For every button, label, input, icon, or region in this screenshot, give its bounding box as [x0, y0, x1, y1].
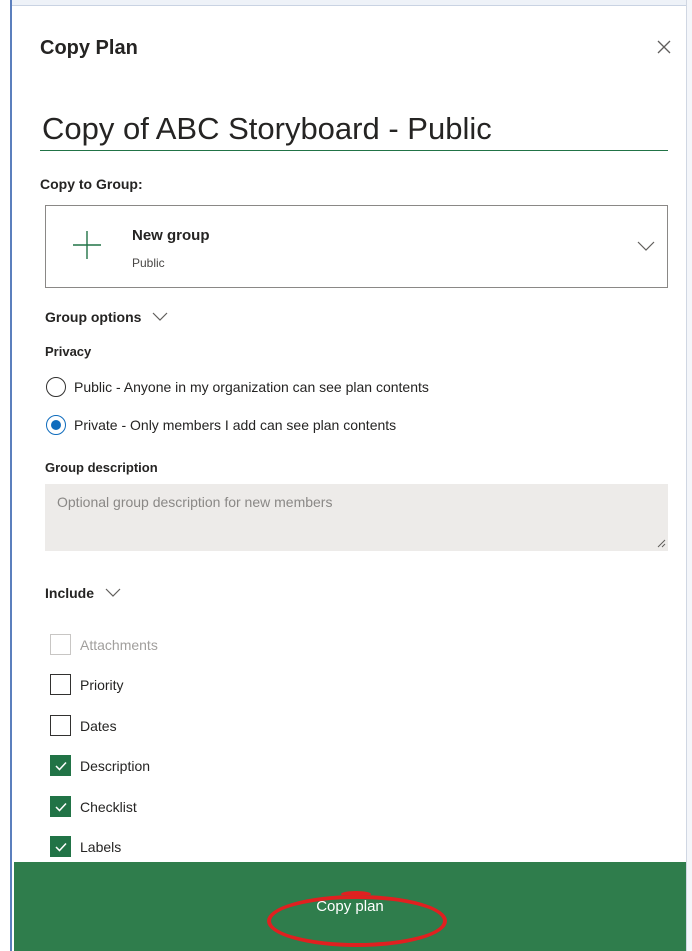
privacy-option-private[interactable]: Private - Only members I add can see pla… — [46, 415, 396, 435]
include-attachments: Attachments — [50, 634, 158, 655]
privacy-label: Privacy — [45, 344, 92, 359]
include-description[interactable]: Description — [50, 755, 150, 776]
window-left-edge — [0, 0, 12, 951]
checkbox-dates[interactable] — [50, 715, 71, 736]
group-options-label: Group options — [45, 309, 142, 325]
radio-public[interactable] — [46, 377, 66, 397]
include-item-label: Labels — [80, 838, 122, 855]
close-button[interactable] — [650, 33, 678, 61]
checkbox-priority[interactable] — [50, 674, 71, 695]
group-description-input[interactable] — [45, 484, 668, 551]
copy-to-group-label: Copy to Group: — [40, 176, 143, 192]
plus-icon — [73, 231, 101, 259]
chevron-down-icon — [105, 588, 121, 597]
group-description-label: Group description — [45, 460, 158, 475]
privacy-option-label: Public - Anyone in my organization can s… — [74, 379, 429, 395]
include-priority[interactable]: Priority — [50, 674, 124, 695]
radio-private[interactable] — [46, 415, 66, 435]
checkmark-icon — [54, 802, 67, 812]
dialog-title: Copy Plan — [40, 37, 138, 59]
group-select-dropdown[interactable]: New group Public — [45, 205, 668, 288]
checkbox-labels[interactable] — [50, 836, 71, 857]
chevron-down-icon — [153, 312, 168, 321]
checkmark-icon — [54, 761, 67, 771]
include-labels[interactable]: Labels — [50, 836, 121, 857]
copy-plan-dialog: Copy Plan Copy to Group: New group Publi… — [14, 7, 686, 951]
window-right-edge — [686, 0, 692, 951]
selected-group-name: New group — [132, 227, 210, 244]
include-dates[interactable]: Dates — [50, 715, 117, 736]
checkbox-checklist[interactable] — [50, 796, 71, 817]
include-item-label: Description — [80, 757, 151, 774]
chevron-down-icon — [637, 241, 655, 251]
include-item-label: Attachments — [80, 636, 158, 653]
include-item-label: Checklist — [80, 798, 137, 815]
close-icon — [657, 40, 671, 54]
window-top-edge — [0, 0, 692, 6]
include-toggle[interactable]: Include — [45, 584, 122, 602]
checkbox-description[interactable] — [50, 755, 71, 776]
privacy-option-label: Private - Only members I add can see pla… — [74, 417, 397, 433]
checkmark-icon — [54, 842, 67, 852]
plan-name-input[interactable] — [40, 107, 668, 151]
include-checklist[interactable]: Checklist — [50, 796, 137, 817]
include-item-label: Dates — [80, 717, 117, 734]
checkbox-attachments — [50, 634, 71, 655]
group-options-toggle[interactable]: Group options — [45, 308, 169, 326]
include-item-label: Priority — [80, 676, 124, 693]
copy-plan-button[interactable]: Copy plan — [14, 862, 686, 951]
selected-group-privacy: Public — [132, 256, 165, 270]
privacy-option-public[interactable]: Public - Anyone in my organization can s… — [46, 377, 429, 397]
dialog-footer: Copy plan — [14, 862, 686, 951]
resize-grip-icon[interactable] — [657, 539, 666, 548]
include-label: Include — [45, 585, 95, 601]
